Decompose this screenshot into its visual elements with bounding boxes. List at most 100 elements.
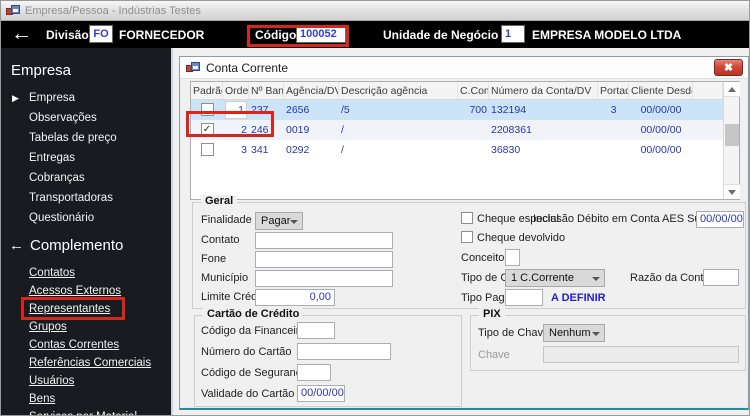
finalidade-select[interactable]: Pagar	[255, 212, 303, 230]
padrao-checkbox[interactable]: ✓	[200, 123, 214, 136]
codigo-label: Código	[255, 28, 297, 42]
razao-conta-input[interactable]	[703, 269, 739, 286]
sidebar-item-questionario[interactable]: Questionário	[1, 209, 171, 227]
col-header-ordem[interactable]: Ordem	[223, 82, 249, 100]
accounts-grid: Padrão Ordem Nº Banco Agência/DV Descriç…	[190, 81, 740, 200]
numero-cartao-input[interactable]	[297, 343, 391, 360]
table-row[interactable]	[191, 140, 223, 160]
sidebar-link-referencias-comerciais[interactable]: Referências Comerciais	[1, 354, 171, 372]
dialog-title: Conta Corrente	[206, 60, 289, 75]
contato-input[interactable]	[255, 232, 393, 249]
validade-cartao-label: Validade do Cartão	[201, 388, 295, 400]
validade-cartao-input[interactable]: 00/00/00	[297, 385, 345, 402]
unidade-negocio-label: Unidade de Negócio	[383, 28, 499, 42]
app-icon	[6, 4, 20, 17]
fone-input[interactable]	[255, 251, 393, 268]
sidebar-link-grupos[interactable]: Grupos	[1, 318, 171, 336]
col-header-conta[interactable]: Número da Conta/DV	[489, 82, 598, 100]
sidebar-item-empresa[interactable]: ▶ Empresa	[1, 89, 171, 107]
inclusao-debito-input[interactable]: 00/00/00	[696, 211, 744, 228]
window-title: Empresa/Pessoa - Indústrias Testes	[25, 4, 201, 17]
divisao-input[interactable]: FO	[89, 25, 113, 43]
padrao-checkbox[interactable]	[200, 103, 214, 116]
cartao-credito-groupbox: Cartão de Crédito Código da Financeira N…	[194, 308, 462, 407]
divisao-name: FORNECEDOR	[119, 28, 205, 42]
col-header-portador[interactable]: Portador	[598, 82, 629, 100]
scrollbar-thumb[interactable]	[725, 124, 739, 146]
ordem-edit-cell: 1	[225, 101, 247, 119]
codigo-seguranca-label: Código de Segurança	[201, 367, 308, 379]
table-row[interactable]: ✓	[191, 120, 223, 140]
chave-input	[543, 346, 739, 363]
sidebar-section-empresa: Empresa	[11, 62, 72, 79]
active-item-arrow-icon: ▶	[12, 93, 19, 103]
codigo-financeira-label: Código da Financeira	[201, 325, 306, 337]
sidebar-link-bens[interactable]: Bens	[1, 390, 171, 408]
sidebar-link-servicos-por-material[interactable]: Serviços por Material	[1, 408, 171, 415]
sidebar-link-acessos-externos[interactable]: Acessos Externos	[1, 282, 171, 300]
pix-groupbox: PIX Tipo de Chave Nenhum Chave	[470, 308, 746, 371]
toolbar: ← Divisão FO FORNECEDOR Código 100052 Un…	[1, 21, 749, 48]
tipo-chave-label: Tipo de Chave	[478, 327, 550, 339]
sidebar-link-contas-correntes[interactable]: Contas Correntes	[1, 336, 171, 354]
cheque-devolvido-checkbox[interactable]	[461, 231, 473, 243]
codigo-input[interactable]: 100052	[296, 25, 346, 43]
razao-conta-label: Razão da Conta	[630, 272, 710, 284]
tipo-pagamento-input[interactable]	[505, 289, 543, 306]
sidebar-item-entregas[interactable]: Entregas	[1, 149, 171, 167]
divisao-label: Divisão	[46, 28, 89, 42]
close-icon[interactable]: ✖	[714, 59, 743, 76]
codigo-seguranca-input[interactable]	[297, 364, 331, 381]
tipo-conta-select[interactable]: 1 C.Corrente	[505, 269, 605, 287]
dialog-titlebar[interactable]: Conta Corrente ✖	[180, 57, 748, 79]
col-header-descricao[interactable]: Descrição agência	[339, 82, 458, 100]
municipio-input[interactable]	[255, 270, 393, 287]
geral-legend: Geral	[201, 195, 238, 207]
sidebar-section-complemento[interactable]: ← Complemento	[9, 237, 171, 254]
col-header-banco[interactable]: Nº Banco	[249, 82, 284, 100]
sidebar-item-transportadoras[interactable]: Transportadoras	[1, 189, 171, 207]
col-header-agencia[interactable]: Agência/DV	[284, 82, 339, 100]
sidebar-item-cobrancas[interactable]: Cobranças	[1, 169, 171, 187]
tipo-chave-select[interactable]: Nenhum	[543, 324, 605, 342]
scroll-up-icon[interactable]	[724, 82, 740, 97]
tipo-pagamento-value-text: A DEFINIR	[551, 292, 606, 304]
sidebar-link-contatos[interactable]: Contatos	[1, 264, 171, 282]
pix-legend: PIX	[479, 308, 505, 320]
unidade-negocio-input[interactable]: 1	[501, 25, 525, 43]
chave-label: Chave	[478, 349, 510, 361]
unidade-negocio-name: EMPRESA MODELO LTDA	[532, 28, 682, 42]
chevron-down-icon	[290, 220, 298, 224]
sidebar-item-observacoes[interactable]: Observações	[1, 109, 171, 127]
sidebar-item-tabelas-de-preco[interactable]: Tabelas de preço	[1, 129, 171, 147]
app-window: Empresa/Pessoa - Indústrias Testes ← Div…	[0, 0, 750, 416]
municipio-label: Município	[201, 272, 249, 284]
limite-credito-input[interactable]: 0,00	[255, 289, 335, 306]
contato-label: Contato	[201, 234, 240, 246]
back-section-arrow-icon: ←	[9, 237, 24, 254]
cartao-legend: Cartão de Crédito	[203, 308, 304, 320]
sidebar-link-representantes[interactable]: Representantes	[1, 300, 171, 318]
conta-corrente-dialog: Conta Corrente ✖ Padrão Ordem Nº Banco A…	[179, 56, 749, 410]
col-header-padrao[interactable]: Padrão	[191, 82, 223, 100]
col-header-ccomp[interactable]: C.Comp.	[458, 82, 489, 100]
scroll-down-icon[interactable]	[724, 184, 740, 199]
col-header-filler	[693, 82, 723, 100]
padrao-checkbox[interactable]	[200, 143, 214, 156]
grid-scrollbar[interactable]	[723, 82, 740, 199]
sidebar: Empresa ▶ Empresa Observações Tabelas de…	[1, 48, 173, 415]
col-header-cliente-desde[interactable]: Cliente Desde	[629, 82, 693, 100]
cheque-especial-checkbox[interactable]	[461, 212, 473, 224]
cheque-devolvido-label: Cheque devolvido	[477, 232, 566, 244]
conceito-input[interactable]	[505, 249, 520, 266]
finalidade-label: Finalidade	[201, 214, 252, 226]
dialog-icon	[186, 61, 200, 74]
sidebar-link-usuarios[interactable]: Usuários	[1, 372, 171, 390]
geral-groupbox: Geral Finalidade Pagar Contato Fone Muni…	[192, 195, 746, 309]
back-arrow-icon[interactable]: ←	[11, 23, 37, 44]
table-row[interactable]	[191, 100, 223, 120]
codigo-financeira-input[interactable]	[297, 322, 335, 339]
chevron-down-icon	[592, 277, 600, 281]
window-titlebar: Empresa/Pessoa - Indústrias Testes	[1, 1, 749, 21]
inclusao-debito-label: Inclusão Débito em Conta AES Sul	[533, 213, 703, 225]
